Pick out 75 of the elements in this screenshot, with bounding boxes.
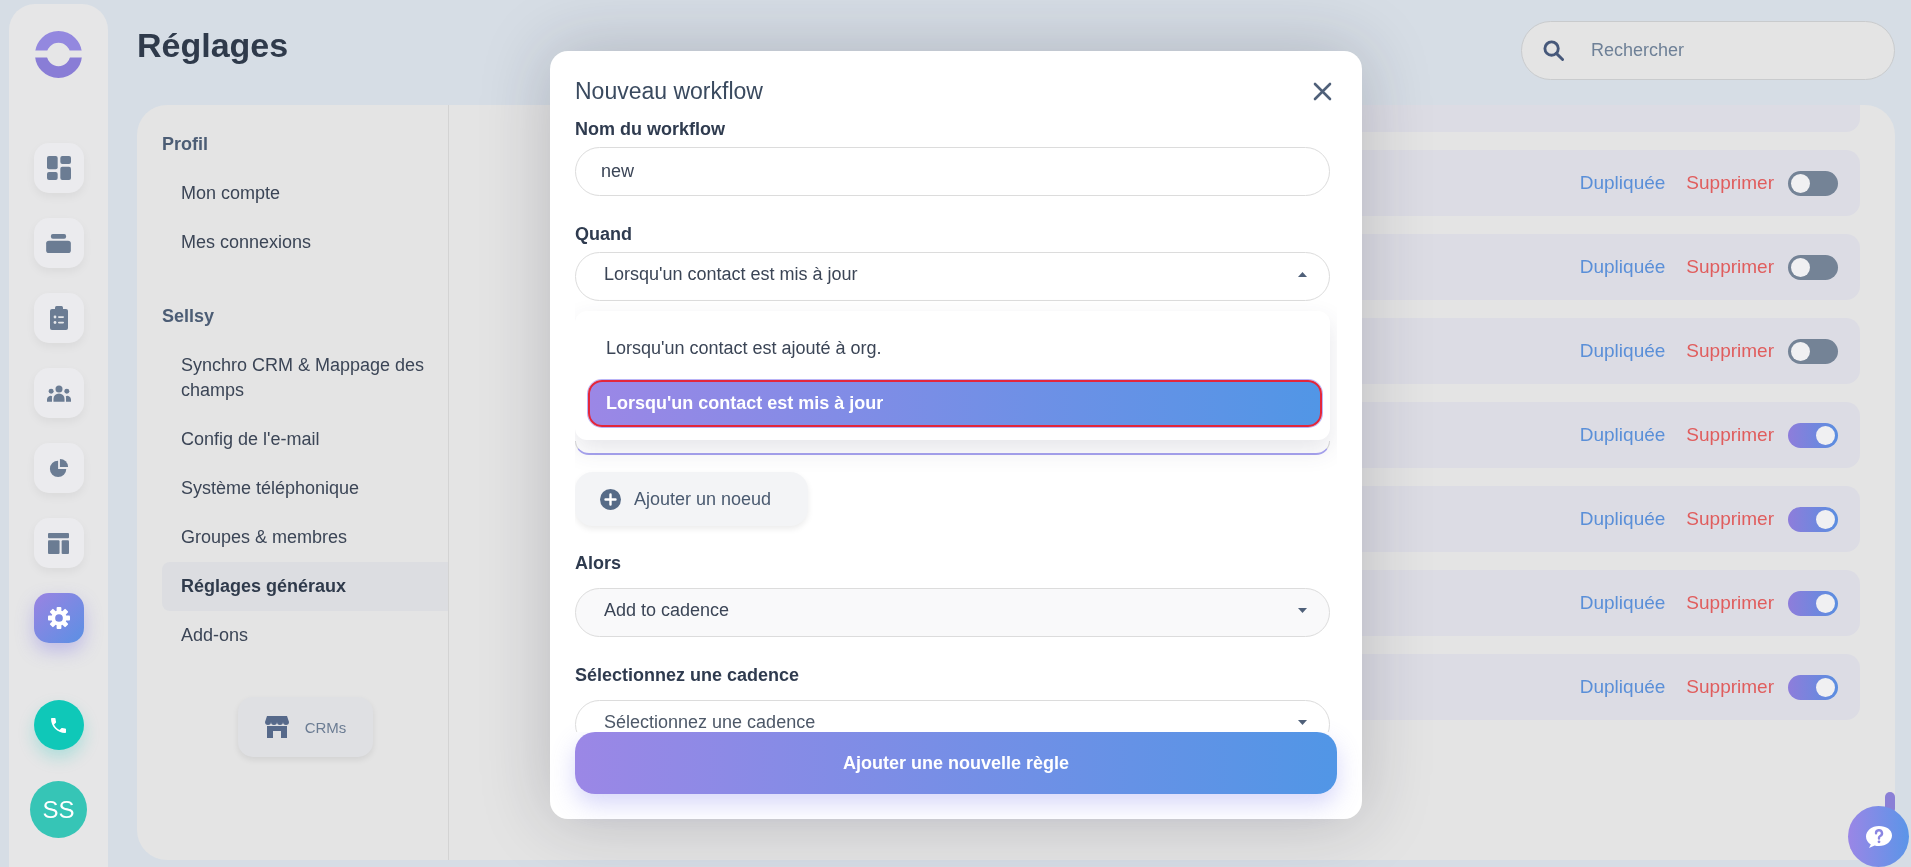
toggle-switch[interactable] [1788,506,1838,532]
nav-item[interactable]: Add-ons [162,611,448,660]
toggle-switch[interactable] [1788,170,1838,196]
logo [35,31,82,78]
delete-link[interactable]: Supprimer [1686,340,1774,362]
duplicate-link[interactable]: Dupliquée [1579,424,1666,446]
search-icon [1543,40,1564,61]
close-button[interactable] [1313,81,1332,101]
help-icon [1864,824,1893,849]
search-field[interactable]: Rechercher [1521,21,1895,80]
select-field[interactable]: Sélectionnez une cadence [575,700,1330,732]
settings-button[interactable] [33,593,84,643]
clipboard-icon [49,306,68,330]
section-title: Profil [162,133,209,156]
crms-button[interactable]: CRMs [238,697,373,757]
toggle-switch[interactable] [1788,338,1838,364]
users-icon [46,384,71,402]
nav-item[interactable]: Groupes & membres [162,513,448,562]
select-field[interactable]: Lorsqu'un contact est mis à jour [575,252,1330,301]
pie-chart-icon [48,458,69,478]
user-avatar[interactable]: SS [30,781,87,838]
select-field[interactable]: Add to cadence [575,588,1330,637]
section-title: Sellsy [162,305,216,328]
page-title: Réglages [137,25,289,65]
nav-item[interactable]: Config de l'e-mail [162,415,448,464]
pie-chart-button[interactable] [33,443,84,493]
field-label: Quand [575,223,632,246]
dashboard-icon [46,156,71,180]
duplicate-link[interactable]: Dupliquée [1579,172,1666,194]
nav-item[interactable]: Système téléphonique [162,464,448,513]
layout-icon [48,532,69,554]
nav-item[interactable]: Mon compte [162,169,448,218]
text-field[interactable]: new [575,147,1330,196]
close-icon [1313,81,1332,101]
toggle-switch[interactable] [1788,590,1838,616]
duplicate-link[interactable]: Dupliquée [1579,592,1666,614]
nav-item[interactable]: Réglages généraux [162,562,448,611]
nav-item[interactable]: Mes connexions [162,218,448,267]
delete-link[interactable]: Supprimer [1686,592,1774,614]
clipboard-button[interactable] [33,293,84,343]
caret-down-icon [1298,608,1307,613]
toggle-switch[interactable] [1788,254,1838,280]
delete-link[interactable]: Supprimer [1686,508,1774,530]
duplicate-link[interactable]: Dupliquée [1579,256,1666,278]
toggle-switch[interactable] [1788,422,1838,448]
field-label: Nom du workflow [575,118,725,141]
caret-down-icon [1298,720,1307,725]
toggle-switch[interactable] [1788,674,1838,700]
modal-title: Nouveau workflow [575,77,763,106]
help-button[interactable] [1848,806,1909,867]
tray-icon [46,233,71,253]
store-icon [264,716,289,738]
delete-link[interactable]: Supprimer [1686,172,1774,194]
duplicate-link[interactable]: Dupliquée [1579,676,1666,698]
dropdown-option[interactable]: Lorsqu'un contact est mis à jour [588,380,1322,427]
nav-item[interactable]: Synchro CRM & Mappage des champs [162,341,448,415]
field-label: Alors [575,552,621,575]
duplicate-link[interactable]: Dupliquée [1579,508,1666,530]
phone-icon [51,717,66,733]
users-button[interactable] [33,368,84,418]
caret-up-icon [1298,272,1307,277]
tray-button[interactable] [33,218,84,268]
delete-link[interactable]: Supprimer [1686,256,1774,278]
layout-button[interactable] [33,518,84,568]
delete-link[interactable]: Supprimer [1686,424,1774,446]
settings-icon [47,607,70,629]
field-label: Sélectionnez une cadence [575,664,800,687]
dashboard-button[interactable] [33,143,84,193]
phone-button[interactable] [33,700,84,750]
add-rule-button[interactable]: Ajouter une nouvelle règle [575,732,1337,794]
duplicate-link[interactable]: Dupliquée [1579,340,1666,362]
plus-circle-icon [600,488,621,510]
delete-link[interactable]: Supprimer [1686,676,1774,698]
dropdown-option[interactable]: Lorsqu'un contact est ajouté à org. [588,325,1322,372]
add-node-button[interactable]: Ajouter un noeud [575,472,808,526]
